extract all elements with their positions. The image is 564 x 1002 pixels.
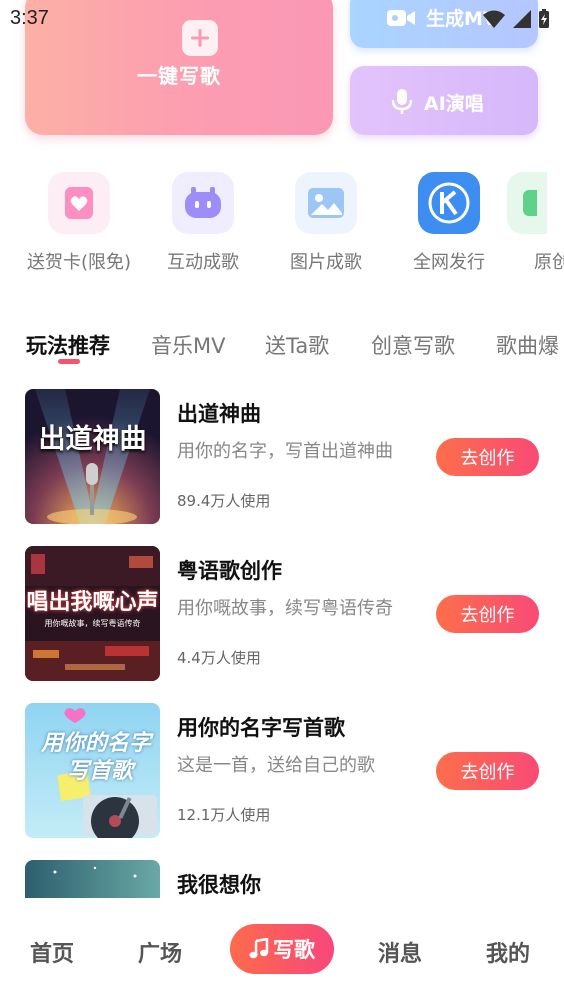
ai-sing-label: AI演唱 xyxy=(424,92,484,115)
quick-label: 原创 xyxy=(534,252,564,273)
quick-actions: 送贺卡(限免) 互动成歌 图片成歌 全网发行 原创 xyxy=(0,172,564,282)
thumbnail-name-song: 用你的名字 写首歌 xyxy=(25,703,160,838)
item-title: 我很想你 xyxy=(177,873,261,897)
music-note-icon xyxy=(249,938,269,959)
item-description: 用你的名字，写首出道神曲 xyxy=(177,441,393,462)
ai-sing-card[interactable]: AI演唱 xyxy=(350,66,538,135)
category-tabs: 玩法推荐 音乐MV 送Ta歌 创意写歌 歌曲爆 xyxy=(0,326,564,370)
item-title: 用你的名字写首歌 xyxy=(177,716,345,740)
tab-music-mv[interactable]: 音乐MV xyxy=(151,330,225,360)
nav-messages[interactable]: 消息 xyxy=(378,936,422,968)
status-time: 3:37 xyxy=(10,7,49,29)
green-icon xyxy=(507,172,547,234)
one-click-write-label: 一键写歌 xyxy=(137,64,221,88)
list-item[interactable]: 唱出我嘅心声 用你嘅故事，续写粤语传奇 粤语歌创作 用你嘅故事，续写粤语传奇 4… xyxy=(0,546,564,686)
image-icon xyxy=(295,172,357,234)
thumbnail-miss-you xyxy=(25,860,160,898)
item-title: 粤语歌创作 xyxy=(177,559,282,583)
create-button[interactable]: 去创作 xyxy=(436,595,539,633)
quick-item-interactive-song[interactable]: 互动成歌 xyxy=(138,172,268,274)
quick-item-greeting-card[interactable]: 送贺卡(限免) xyxy=(14,172,144,274)
thumbnail-caption: 出道神曲 xyxy=(38,424,147,455)
list-item[interactable]: 我很想你 xyxy=(0,860,564,898)
thumbnail-caption: 唱出我嘅心声 xyxy=(26,590,159,615)
item-description: 这是一首，送给自己的歌 xyxy=(177,755,375,776)
nav-mine[interactable]: 我的 xyxy=(486,936,530,968)
quick-item-original[interactable]: 原创 xyxy=(507,172,564,274)
create-button[interactable]: 去创作 xyxy=(436,752,539,790)
tab-gift-song[interactable]: 送Ta歌 xyxy=(265,330,329,360)
signal-icon xyxy=(513,10,531,28)
microphone-icon xyxy=(391,89,413,114)
create-button[interactable]: 去创作 xyxy=(436,438,539,476)
active-tab-indicator xyxy=(58,359,80,364)
thumbnail-caption-line2: 写首歌 xyxy=(66,759,133,784)
quick-label: 图片成歌 xyxy=(290,252,362,273)
status-bar: 3:37 xyxy=(0,0,564,38)
nav-write-song[interactable]: 写歌 xyxy=(230,924,334,974)
thumbnail-cantonese-song: 唱出我嘅心声 用你嘅故事，续写粤语传奇 xyxy=(25,546,160,681)
quick-label: 送贺卡(限免) xyxy=(26,252,132,273)
tab-recommended[interactable]: 玩法推荐 xyxy=(26,330,110,360)
tab-creative-writing[interactable]: 创意写歌 xyxy=(371,330,455,360)
heart-card-icon xyxy=(48,172,110,234)
item-usage-count: 4.4万人使用 xyxy=(177,649,261,667)
quick-item-image-song[interactable]: 图片成歌 xyxy=(261,172,391,274)
bottom-navigation: 首页 广场 写歌 消息 我的 xyxy=(0,898,564,1002)
list-item[interactable]: 出道神曲 出道神曲 用你的名字，写首出道神曲 89.4万人使用 去创作 xyxy=(0,389,564,529)
list-item[interactable]: 用你的名字 写首歌 用你的名字写首歌 这是一首，送给自己的歌 12.1万人使用 … xyxy=(0,703,564,843)
nav-home[interactable]: 首页 xyxy=(30,936,74,968)
robot-icon xyxy=(172,172,234,234)
nav-square[interactable]: 广场 xyxy=(138,936,182,968)
quick-item-publish[interactable]: 全网发行 xyxy=(384,172,514,274)
quick-label: 全网发行 xyxy=(413,252,485,273)
item-usage-count: 12.1万人使用 xyxy=(177,806,271,824)
item-title: 出道神曲 xyxy=(177,402,261,426)
thumbnail-subcaption: 用你嘅故事，续写粤语传奇 xyxy=(44,619,141,628)
thumbnail-debut-song: 出道神曲 xyxy=(25,389,160,524)
item-description: 用你嘅故事，续写粤语传奇 xyxy=(177,598,393,619)
item-usage-count: 89.4万人使用 xyxy=(177,492,271,510)
k-logo-icon xyxy=(418,172,480,234)
wifi-icon xyxy=(483,10,505,28)
nav-write-label: 写歌 xyxy=(273,938,315,962)
battery-icon xyxy=(539,9,549,28)
quick-label: 互动成歌 xyxy=(167,252,239,273)
tab-song-hits[interactable]: 歌曲爆 xyxy=(496,330,559,360)
status-icons xyxy=(482,9,550,29)
